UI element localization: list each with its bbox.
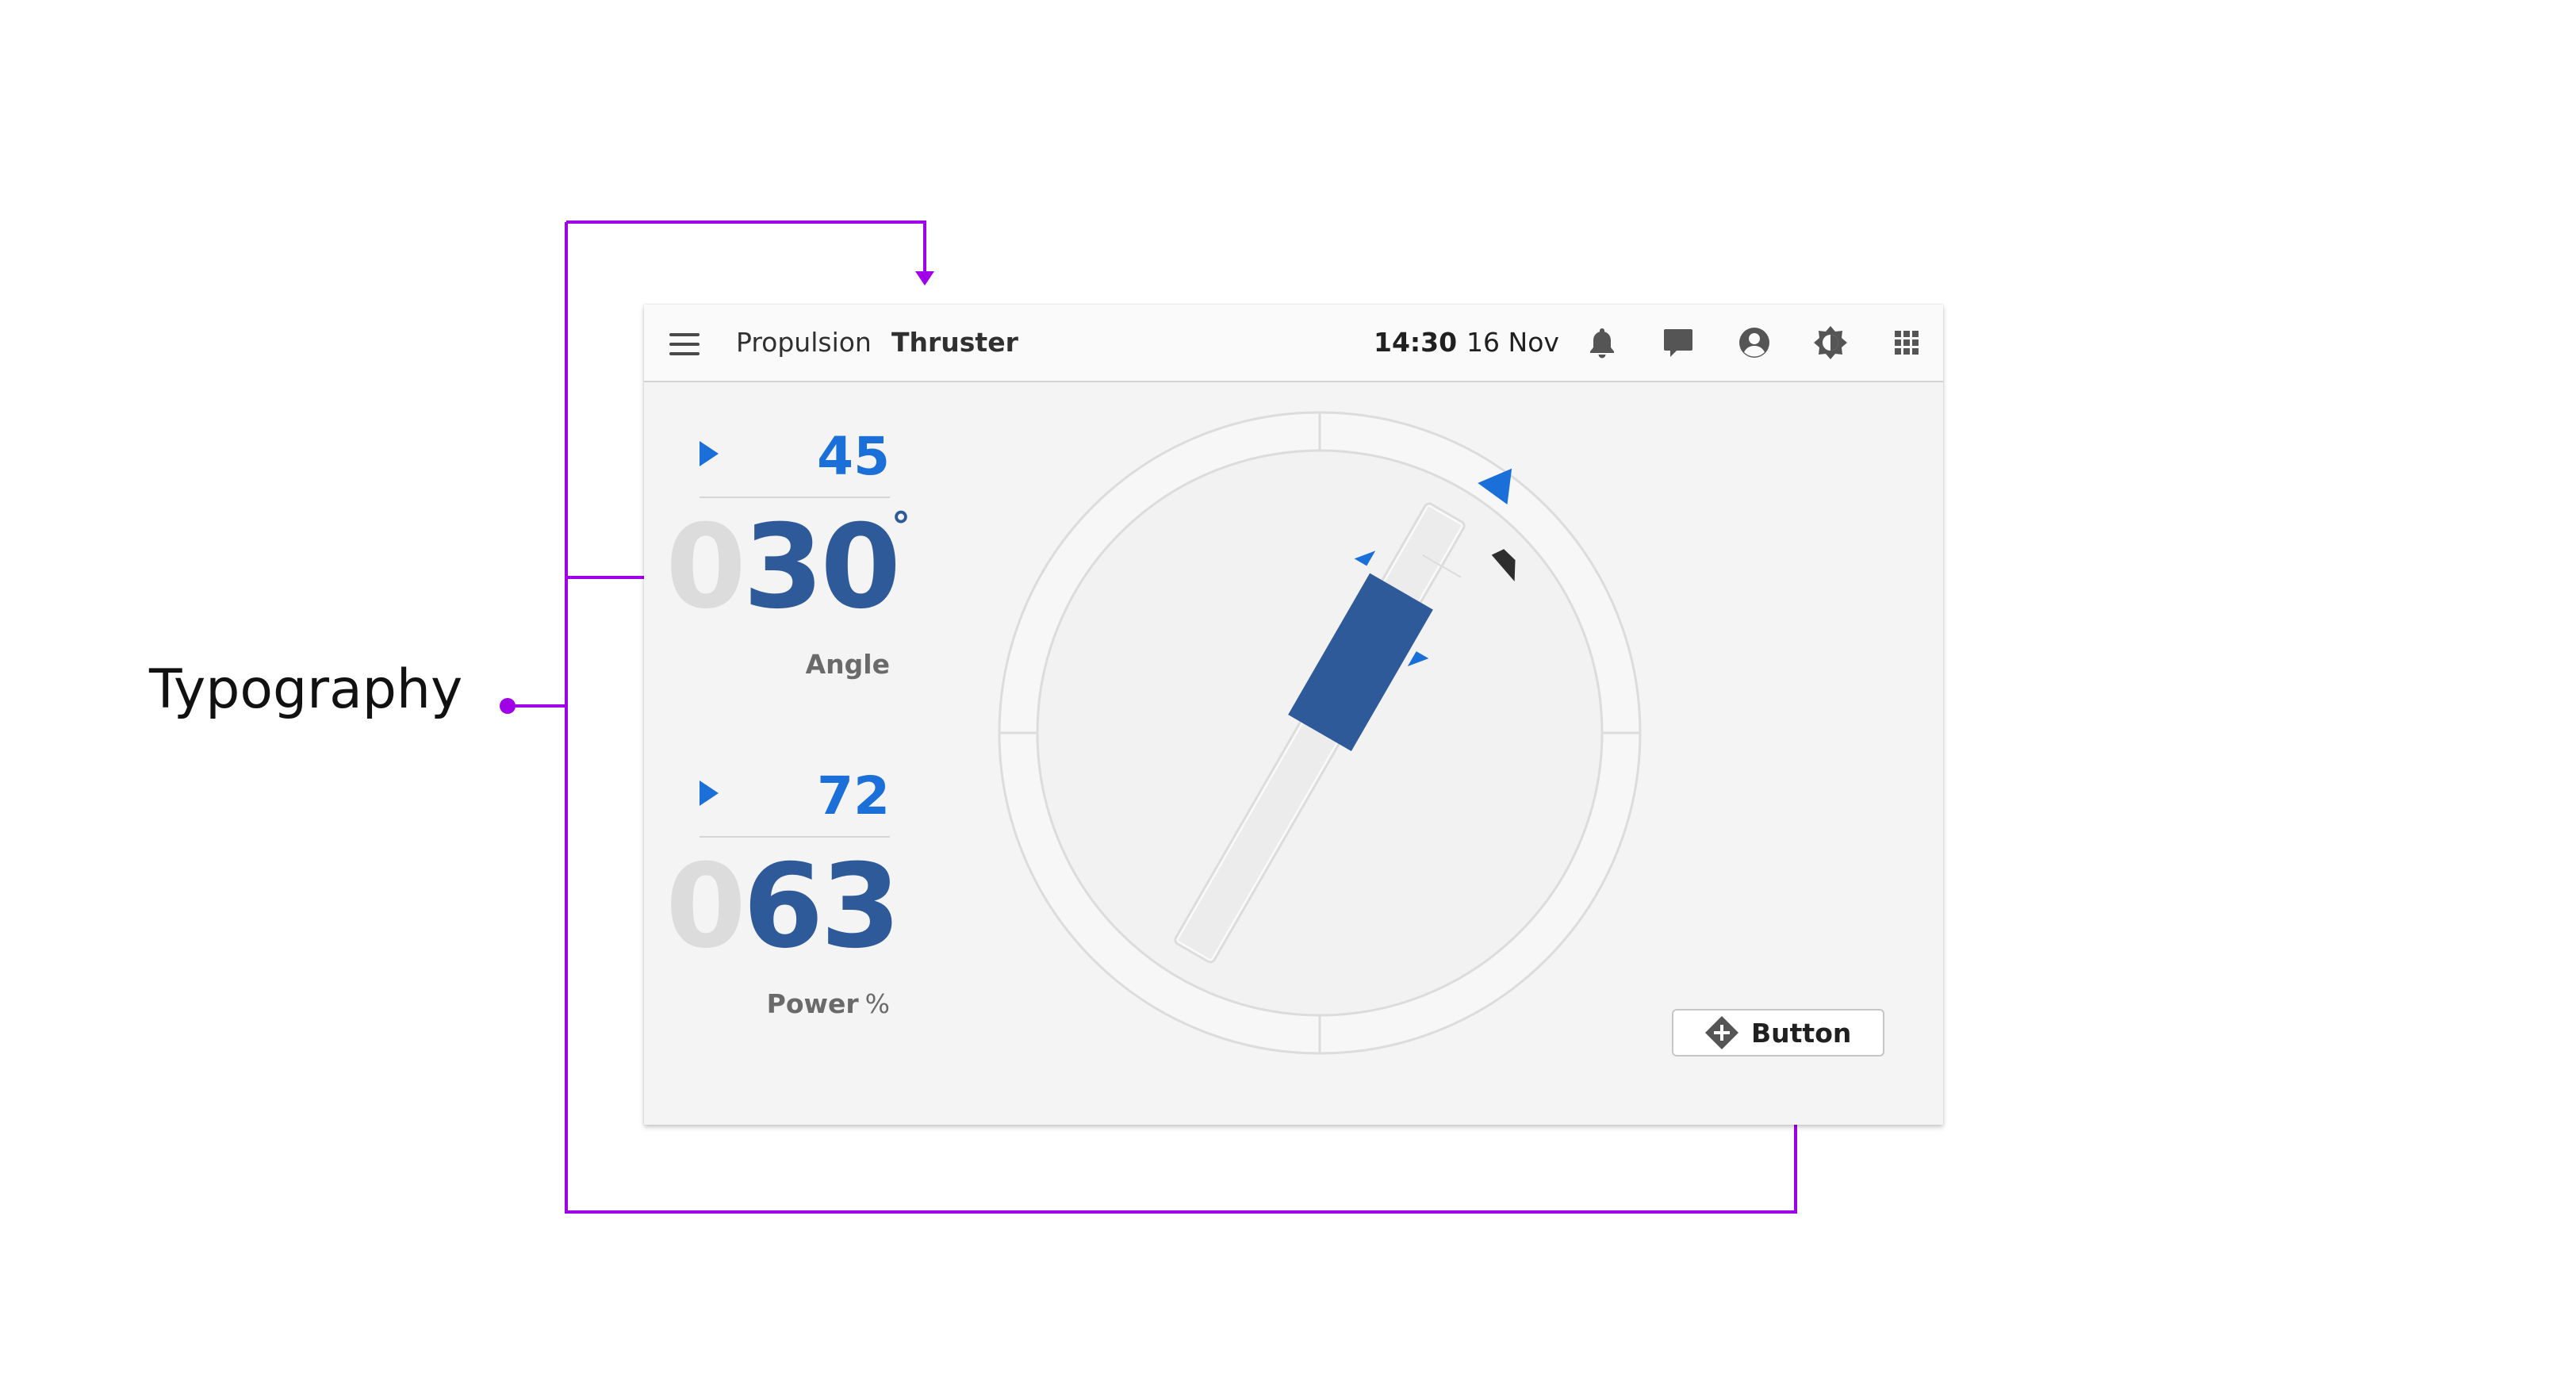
power-divider xyxy=(700,836,890,838)
angle-readout: 45 030 ° Angle xyxy=(665,428,910,693)
power-readout: 72 063 Power% xyxy=(665,768,901,1033)
power-label-wrap: Power% xyxy=(767,988,890,1020)
angle-lead-digit: 0 xyxy=(665,500,746,635)
power-label: Power xyxy=(766,988,859,1019)
power-setpoint[interactable]: 72 xyxy=(817,768,890,825)
power-value: 063 xyxy=(665,847,901,966)
angle-setpoint[interactable]: 45 xyxy=(817,428,890,485)
power-play-icon[interactable] xyxy=(700,780,719,806)
annotation-label: Typography xyxy=(149,658,463,721)
angle-label: Angle xyxy=(805,649,890,680)
action-button-label: Button xyxy=(1751,1017,1852,1049)
angle-play-icon[interactable] xyxy=(700,441,719,466)
action-button[interactable]: Button xyxy=(1672,1009,1884,1057)
power-unit: % xyxy=(864,988,890,1019)
thruster-panel: Propulsion Thruster 14:30 16 Nov 45 030 … xyxy=(644,305,1943,1125)
power-lead-digit: 0 xyxy=(665,839,746,974)
angle-divider xyxy=(700,497,890,498)
add-diamond-icon xyxy=(1705,1016,1738,1049)
angle-value-number: 30 xyxy=(742,500,901,635)
angle-degree-symbol: ° xyxy=(891,504,910,549)
power-value-number: 63 xyxy=(742,839,901,974)
angle-value: 030 xyxy=(665,508,901,627)
